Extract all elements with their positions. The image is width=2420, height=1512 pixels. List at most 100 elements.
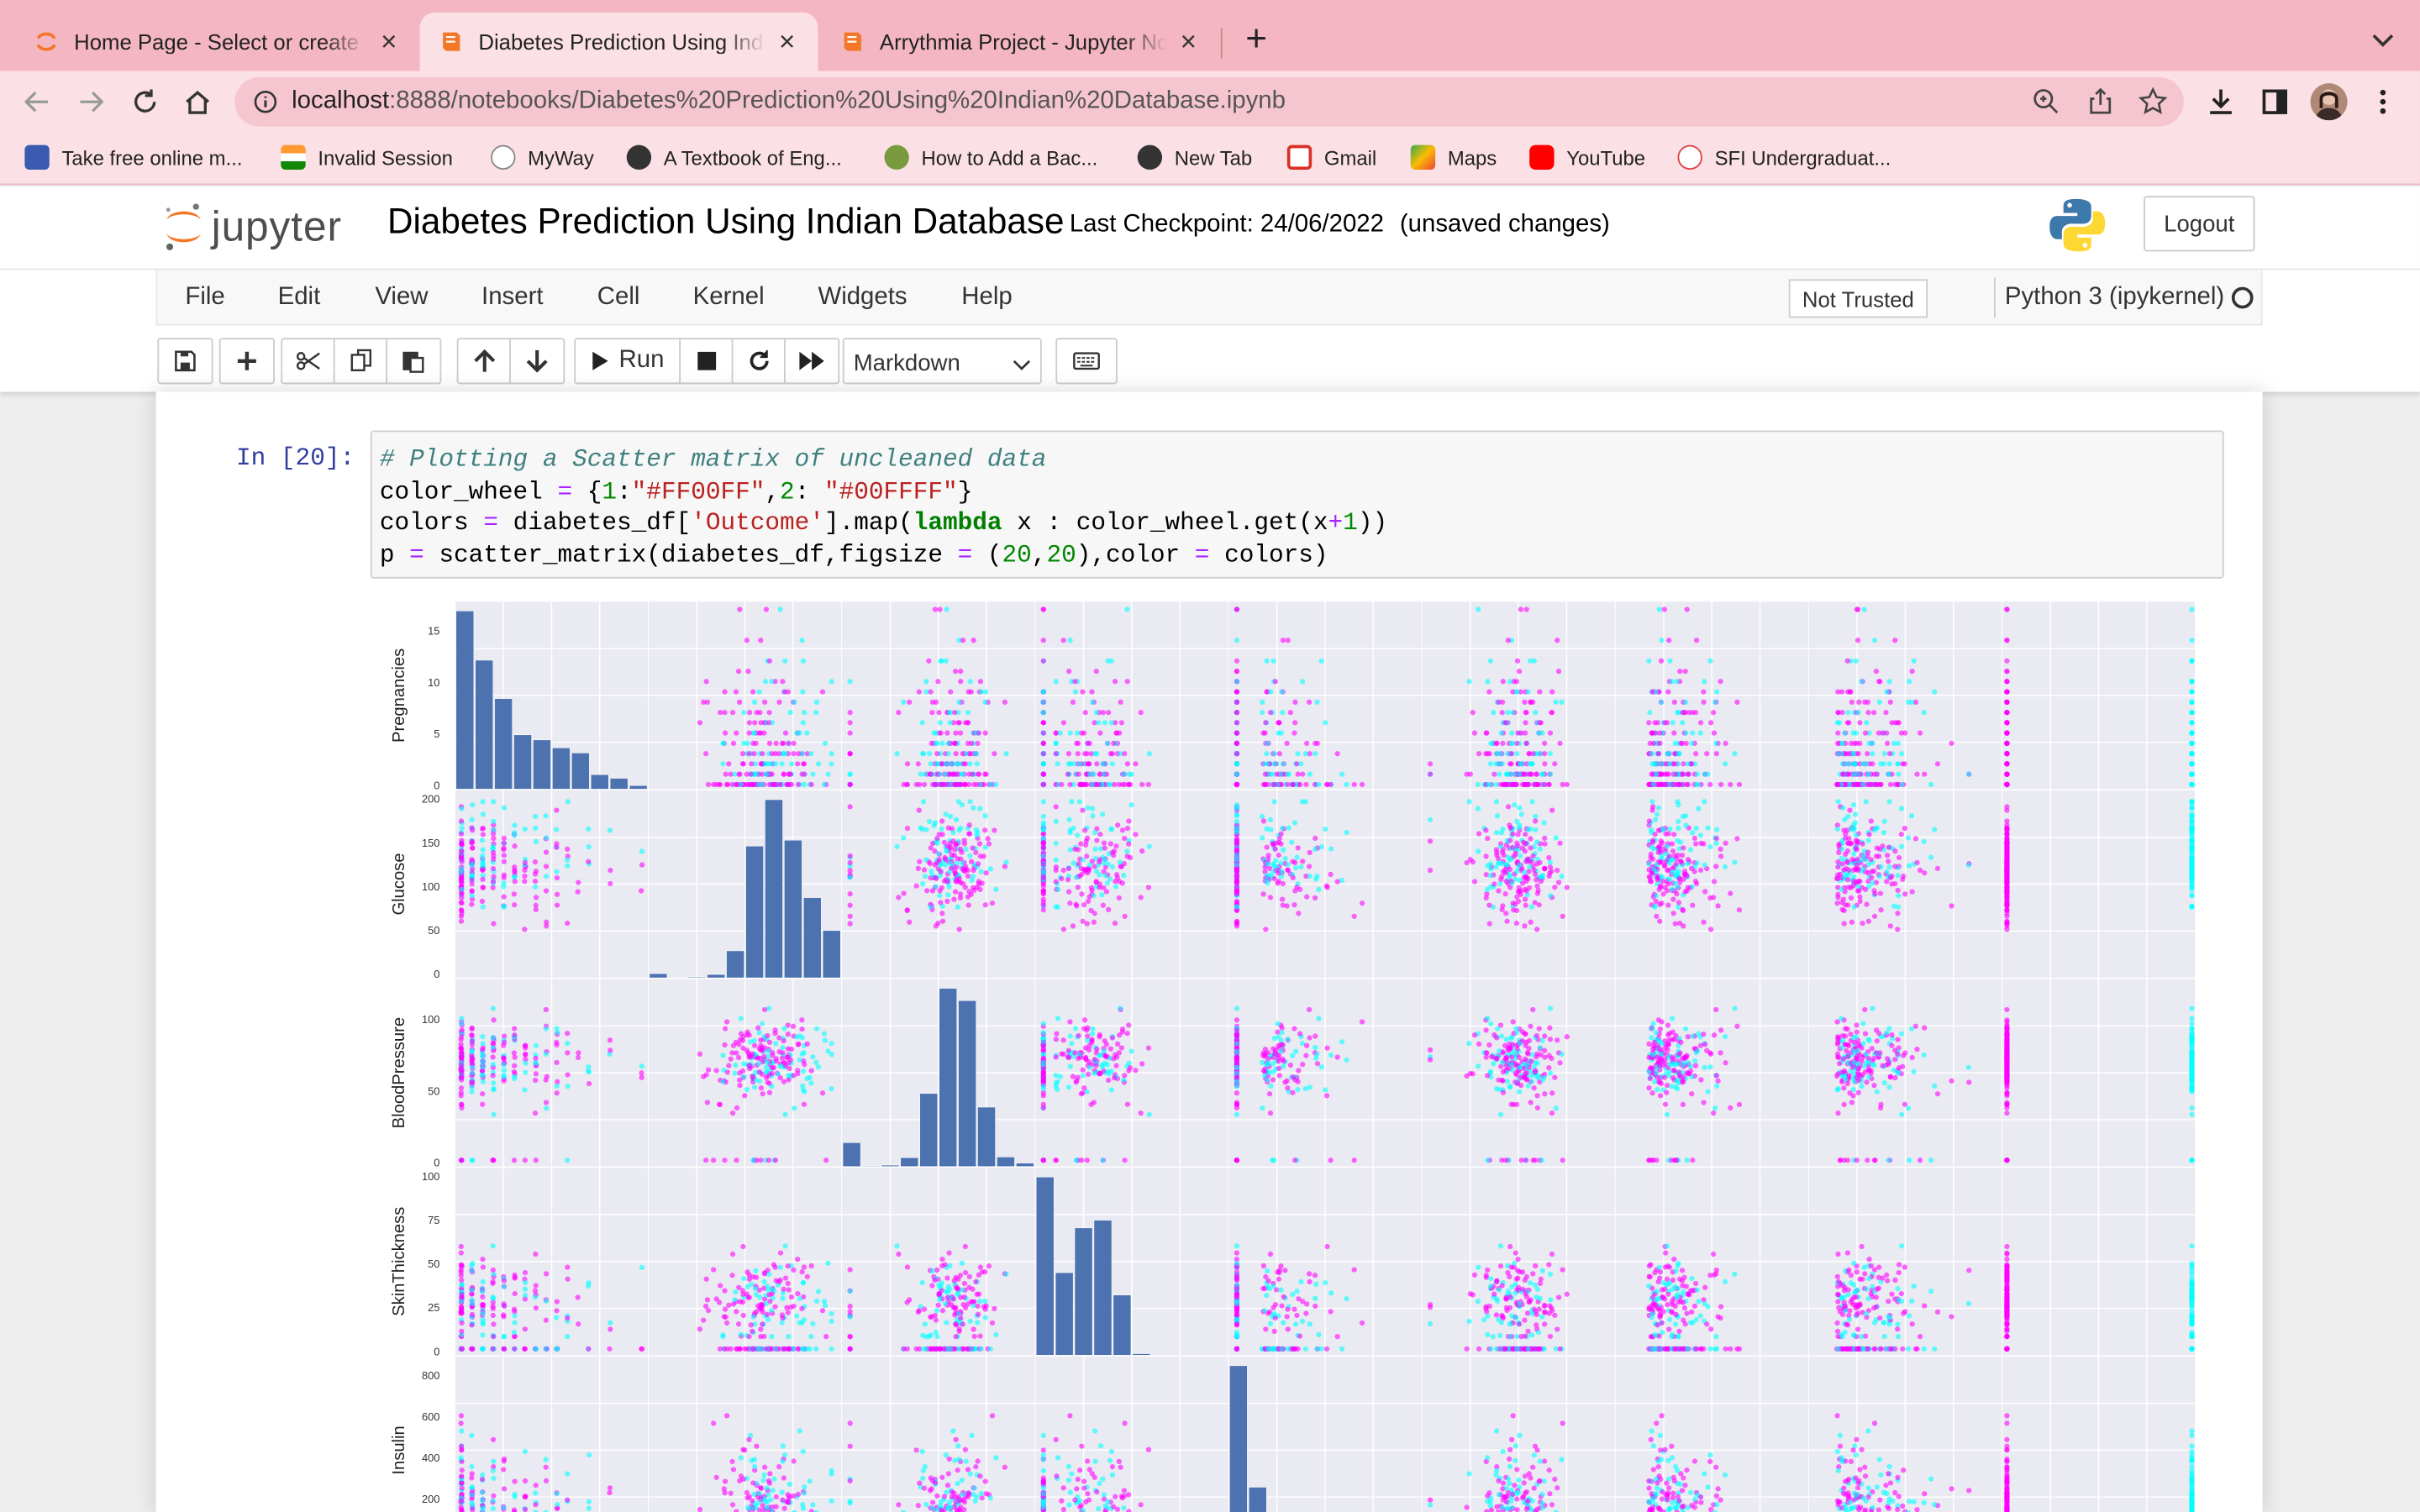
add-cell-icon[interactable] [221,339,273,382]
side-panel-icon[interactable] [2256,83,2293,120]
scatter-point [607,827,613,833]
tab-diabetes-notebook[interactable]: Diabetes Prediction Using Indian Databas… [419,12,818,71]
scatter-point [847,853,853,859]
scatter-point [819,1090,826,1096]
scatter-point [1121,873,1127,879]
bookmark-item[interactable]: A Textbook of Eng... [626,144,842,171]
url-text[interactable]: localhost:8888/notebooks/Diabetes%20Pred… [292,88,1286,116]
scatter-point [1264,658,1270,664]
scatter-point [1653,869,1659,874]
move-down-icon[interactable] [511,339,563,382]
scatter-point [821,1031,828,1037]
zoom-icon[interactable] [2031,87,2062,118]
scatter-point [2189,802,2195,808]
copy-icon[interactable] [335,339,388,383]
scatter-point [1259,813,1265,820]
menu-widgets[interactable]: Widgets [818,284,907,312]
scatter-point [2004,751,2010,757]
scatter-point [1707,895,1713,901]
cut-icon[interactable] [282,339,335,383]
tab-arrythmia-notebook[interactable]: Arrythmia Project - Jupyter Notebook × [821,13,1219,71]
scatter-point [1086,862,1093,868]
logout-button[interactable]: Logout [2144,196,2255,252]
move-up-icon[interactable] [458,339,511,383]
menu-kernel[interactable]: Kernel [693,284,765,312]
stop-icon[interactable] [681,339,734,383]
menu-file[interactable]: File [185,284,224,312]
scatter-point [732,1070,738,1076]
scatter-point [544,1105,550,1111]
scatter-point [1076,771,1081,777]
bookmark-item[interactable]: Maps [1410,144,1497,171]
menu-view[interactable]: View [375,284,428,312]
scatter-point [713,1068,719,1074]
scatter-point [934,751,940,757]
scatter-point [1895,720,1901,726]
bookmark-item[interactable]: New Tab [1137,144,1252,171]
scatter-point [1850,879,1857,885]
bookmark-item[interactable]: How to Add a Bac... [884,144,1097,171]
scatter-point [944,879,950,885]
new-tab-icon[interactable]: + [1238,18,1275,60]
scatter-point [763,771,770,777]
jupyter-logo[interactable]: jupyter [162,196,342,257]
scatter-point [2004,781,2010,788]
scatter-point [779,1055,785,1062]
notebook-title[interactable]: Diabetes Prediction Using Indian Databas… [387,201,1064,243]
profile-avatar[interactable] [2310,83,2348,121]
bookmark-item[interactable]: YouTube [1529,144,1645,171]
tab-search-chevron-icon[interactable] [2365,22,2402,59]
tab-home-page[interactable]: Home Page - Select or create a notebook … [15,13,419,71]
scatter-point [1886,799,1892,805]
scatter-point [1534,861,1539,867]
scatter-point [512,1032,518,1038]
bookmark-star-icon[interactable] [2138,87,2169,118]
scatter-point [1491,881,1497,887]
tab-close-icon[interactable]: × [376,25,401,58]
browser-menu-icon[interactable] [2365,83,2402,120]
share-icon[interactable] [2085,87,2116,118]
bookmark-item[interactable]: Take free online m... [24,144,242,171]
scatter-point [522,879,528,885]
omnibox[interactable]: localhost:8888/notebooks/Diabetes%20Pred… [234,76,2184,127]
back-icon[interactable] [18,83,55,120]
home-icon[interactable] [179,83,216,120]
scatter-point [1276,1055,1281,1061]
scatter-point [1488,740,1494,747]
scatter-point [608,880,613,887]
menu-cell[interactable]: Cell [597,284,640,312]
save-icon[interactable] [159,339,211,382]
fast-forward-icon[interactable] [786,339,839,382]
scatter-point [1736,781,1743,788]
bookmark-item[interactable]: Gmail [1286,144,1376,171]
scatter-point [1071,761,1076,767]
site-info-icon[interactable] [253,90,277,114]
trust-indicator-button[interactable]: Not Trusted [1788,279,1928,318]
tab-close-icon[interactable]: × [1176,25,1201,58]
scatter-point [959,802,965,808]
menu-edit[interactable]: Edit [278,284,321,312]
scatter-point [1549,689,1555,695]
scatter-point [1040,1158,1046,1163]
bookmark-item[interactable]: SFI Undergraduat... [1677,144,1891,171]
reload-icon[interactable] [127,83,164,120]
forward-icon[interactable] [72,83,109,120]
scatter-point [554,874,560,881]
scatter-point [766,710,772,716]
paste-icon[interactable] [387,339,439,382]
run-button[interactable]: Run [576,339,681,383]
tab-close-icon[interactable]: × [775,25,799,58]
cell-type-select[interactable]: Markdown [842,338,1042,385]
bookmark-item[interactable]: MyWay [491,144,594,171]
restart-icon[interactable] [734,339,786,383]
scatter-point [945,740,951,747]
code-cell-input[interactable]: # Plotting a Scatter matrix of uncleaned… [370,430,2224,579]
menu-help[interactable]: Help [961,284,1012,312]
scatter-point [923,689,929,695]
menu-insert[interactable]: Insert [481,284,543,312]
bookmark-item[interactable]: Invalid Session [281,144,453,171]
scatter-point [1297,781,1303,788]
keyboard-shortcuts-icon[interactable] [1055,338,1118,385]
scatter-point [1678,740,1684,747]
download-icon[interactable] [2202,83,2239,120]
